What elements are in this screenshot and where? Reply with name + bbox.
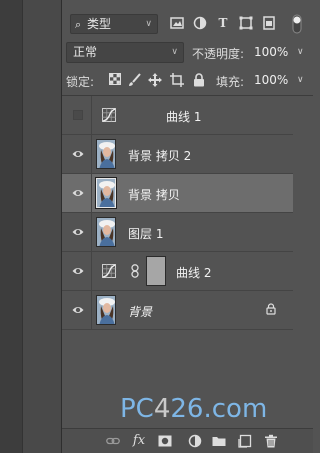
layer-name[interactable]: 背景 拷贝 [128,186,180,203]
adjustment-filter-icon[interactable] [193,16,207,30]
image-filter-icon[interactable] [170,16,184,30]
lock-row: 锁定: 填充: 100% ∨ [66,70,309,92]
visibility-toggle[interactable] [62,96,92,135]
layers-list: 曲线 1 背景 拷贝 2 背景 拷贝 图层 1 曲线 2 背景 [62,96,293,330]
filter-toggle-switch[interactable] [290,14,304,34]
opacity-label: 不透明度: [192,47,245,61]
link-layers-icon[interactable] [106,434,120,448]
layer-name[interactable]: 曲线 2 [176,264,211,281]
toolbar-edge [22,0,62,453]
layer-mask-thumbnail[interactable] [146,256,166,286]
lock-icon[interactable] [265,303,277,315]
blend-mode-dropdown[interactable]: 正常 ∨ [66,42,184,63]
layer-thumbnail[interactable] [95,177,117,209]
layer-name[interactable]: 背景 拷贝 2 [128,147,191,164]
eye-icon [72,307,84,313]
eye-icon [72,190,84,196]
curves-adjustment-icon[interactable] [102,108,116,122]
visibility-toggle[interactable] [62,135,92,174]
eye-icon [72,268,84,274]
filter-kind-label: 类型 [87,17,112,31]
mask-link-icon[interactable] [130,264,140,281]
lock-all-icon[interactable] [192,73,206,87]
opacity-dropdown-icon[interactable]: ∨ [297,47,304,57]
opacity-input[interactable]: 100% [254,45,288,59]
watermark-text-1: PC [120,394,154,424]
shape-filter-icon[interactable] [239,16,253,30]
layers-panel: ⌕ 类型 ∨ T 正常 ∨ 不透明度: 100% ∨ 锁定: 填充: 100% … [62,0,313,453]
layers-panel-footer: fx [62,428,313,453]
lock-image-pixels-icon[interactable] [128,73,142,87]
layer-row-selected[interactable]: 背景 拷贝 [62,174,293,213]
search-icon: ⌕ [75,18,82,31]
type-filter-icon[interactable]: T [216,16,230,30]
eye-icon [72,151,84,157]
visibility-toggle[interactable] [62,174,92,213]
watermark-text-2: 4 [153,394,171,424]
photoshop-workspace: ⌕ 类型 ∨ T 正常 ∨ 不透明度: 100% ∨ 锁定: 填充: 100% … [0,0,313,453]
layer-row[interactable]: 背景 [62,291,293,330]
lock-artboard-icon[interactable] [170,73,184,87]
visibility-toggle[interactable] [62,252,92,291]
fx-icon[interactable]: fx [132,434,146,448]
visibility-toggle[interactable] [62,291,92,330]
layer-row[interactable]: 图层 1 [62,213,293,252]
layer-thumbnail[interactable] [96,217,116,247]
lock-label: 锁定: [66,75,95,89]
smart-object-filter-icon[interactable] [262,16,276,30]
new-group-icon[interactable] [212,434,226,448]
chevron-down-icon: ∨ [171,47,178,57]
canvas-edge [0,0,22,453]
watermark-text-3: 26.com [170,394,268,424]
layer-thumbnail[interactable] [96,295,116,325]
visibility-off-box [73,110,83,120]
filter-kind-dropdown[interactable]: ⌕ 类型 ∨ [70,14,158,34]
layer-filter-row: ⌕ 类型 ∨ T [66,14,309,36]
curves-adjustment-icon[interactable] [102,264,116,278]
layer-name[interactable]: 图层 1 [128,225,163,242]
layer-row[interactable]: 曲线 2 [62,252,293,291]
delete-layer-icon[interactable] [264,434,278,448]
new-adjustment-icon[interactable] [188,434,202,448]
fill-dropdown-icon[interactable]: ∨ [297,75,304,85]
blend-mode-value: 正常 [73,45,98,59]
fill-input[interactable]: 100% [254,73,288,87]
fill-label: 填充: [216,75,245,89]
chevron-down-icon: ∨ [145,19,152,29]
layer-name[interactable]: 曲线 1 [166,108,201,125]
lock-position-icon[interactable] [148,73,162,87]
visibility-toggle[interactable] [62,213,92,252]
add-mask-icon[interactable] [158,434,172,448]
blend-row: 正常 ∨ 不透明度: 100% ∨ [66,42,309,64]
layer-name[interactable]: 背景 [128,303,152,320]
eye-icon [72,229,84,235]
lock-transparent-pixels-icon[interactable] [108,73,122,87]
layer-row[interactable]: 背景 拷贝 2 [62,135,293,174]
layer-row[interactable]: 曲线 1 [62,96,293,135]
new-layer-icon[interactable] [238,434,252,448]
layer-thumbnail[interactable] [96,139,116,169]
watermark-logo: PC426.com [120,394,267,424]
